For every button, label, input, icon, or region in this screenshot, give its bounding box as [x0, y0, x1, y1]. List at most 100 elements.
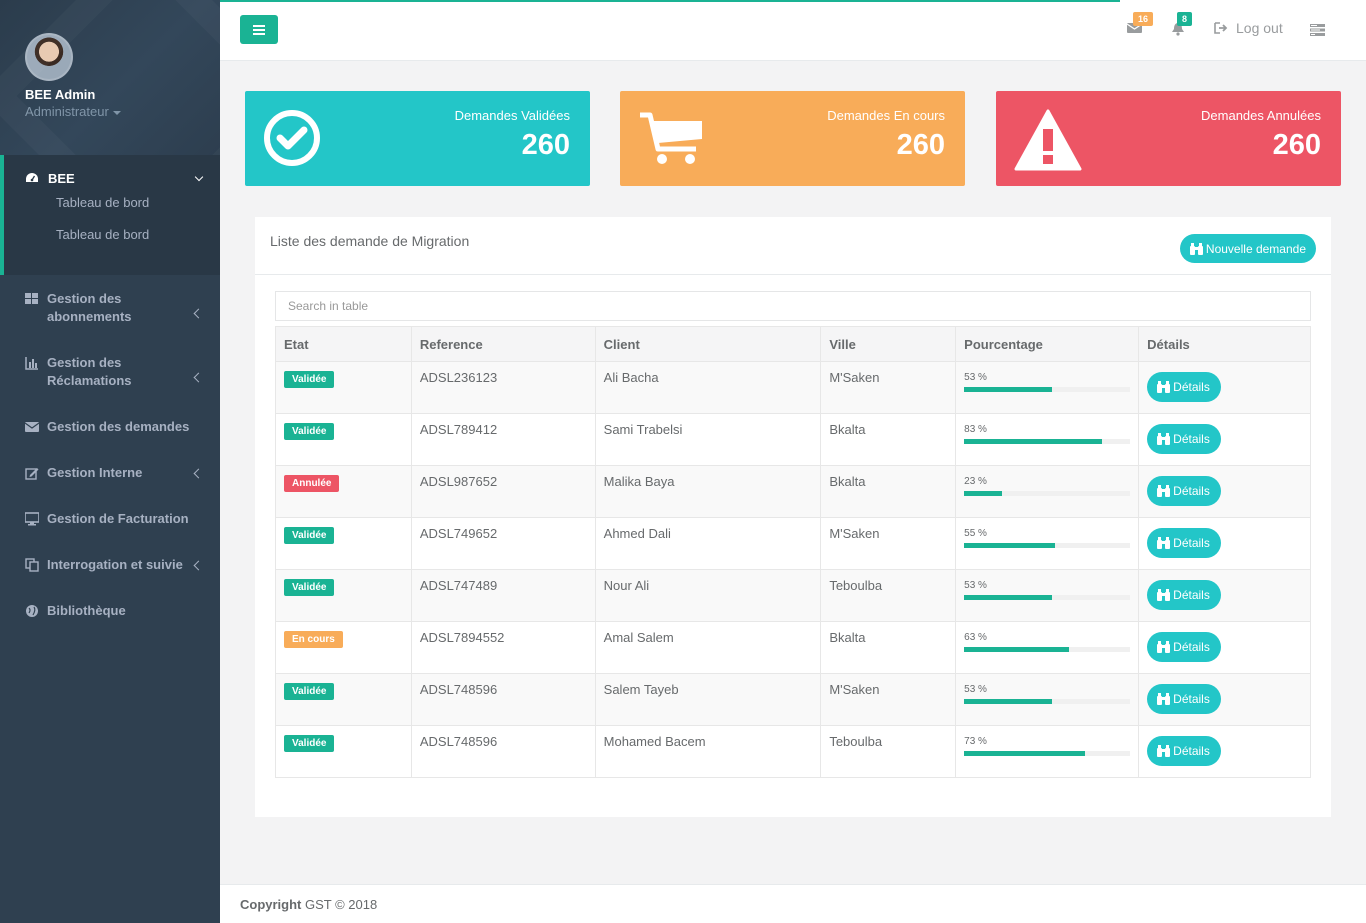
cell-etat: En cours — [275, 621, 412, 674]
progress-percent: 53 % — [964, 684, 987, 695]
sidebar-item-reclamations[interactable]: Gestion des Réclamations — [0, 354, 220, 390]
binoculars-icon — [1157, 745, 1171, 757]
stat-card-validees: Demandes Validées 260 — [245, 91, 590, 186]
sidebar-subitem-tableau-de-bord-2[interactable]: Tableau de bord — [4, 219, 220, 251]
progress-bar-fill — [964, 439, 1102, 444]
cell-client: Ali Bacha — [594, 361, 822, 414]
column-header-details[interactable]: Détails — [1138, 326, 1311, 362]
status-badge: Validée — [284, 527, 335, 544]
cell-client: Amal Salem — [594, 621, 822, 674]
right-sidebar-toggle[interactable] — [1310, 24, 1325, 39]
new-request-label: Nouvelle demande — [1205, 241, 1306, 256]
progress-percent: 53 % — [964, 580, 987, 591]
cell-client: Nour Ali — [594, 569, 822, 622]
column-header-pourcentage[interactable]: Pourcentage — [955, 326, 1140, 362]
column-header-reference[interactable]: Reference — [410, 326, 596, 362]
details-button[interactable]: Détails — [1147, 476, 1221, 506]
details-button[interactable]: Détails — [1147, 424, 1221, 454]
details-button[interactable]: Détails — [1147, 684, 1221, 714]
cell-ville: Bkalta — [820, 413, 957, 466]
sidebar-item-demandes[interactable]: Gestion des demandes — [0, 418, 220, 436]
details-label: Détails — [1173, 588, 1210, 602]
table-row: En cours ADSL7894552 Amal Salem Bkalta 63 % D… — [275, 621, 1311, 674]
details-button[interactable]: Détails — [1147, 528, 1221, 558]
new-request-button[interactable]: Nouvelle demande — [1179, 234, 1316, 263]
details-button[interactable]: Détails — [1147, 580, 1221, 610]
details-button[interactable]: Détails — [1147, 736, 1221, 766]
cell-etat: Validée — [275, 673, 412, 726]
details-button[interactable]: Détails — [1147, 632, 1221, 662]
sidebar-subitem-tableau-de-bord[interactable]: Tableau de bord — [4, 187, 220, 219]
cell-pourcentage: 63 % — [955, 621, 1140, 674]
notifications-button[interactable]: 8 — [1171, 12, 1193, 39]
column-header-etat[interactable]: Etat — [275, 326, 412, 362]
cell-reference: ADSL748596 — [410, 673, 596, 726]
chevron-left-icon — [193, 468, 204, 479]
avatar[interactable] — [25, 33, 73, 81]
binoculars-icon — [1157, 693, 1171, 705]
logout-link[interactable]: Log out — [1214, 20, 1283, 36]
cell-pourcentage: 53 % — [955, 673, 1140, 726]
binoculars-icon — [1157, 381, 1171, 393]
sidebar-item-label: Interrogation et suivie — [47, 557, 183, 572]
globe-icon — [26, 605, 38, 617]
table-search-input[interactable] — [275, 291, 1311, 321]
sidebar-item-interrogation[interactable]: Interrogation et suivie — [0, 556, 220, 574]
progress-bar-fill — [964, 595, 1053, 600]
progress-percent: 55 % — [964, 528, 987, 539]
sidebar-item-bee-header[interactable]: BEE — [4, 169, 220, 187]
tasks-icon — [1310, 24, 1325, 36]
progress-bar — [964, 491, 1131, 496]
cell-etat: Annulée — [275, 465, 412, 518]
cell-pourcentage: 55 % — [955, 517, 1140, 570]
column-header-ville[interactable]: Ville — [820, 326, 957, 362]
progress-bar-fill — [964, 491, 1003, 496]
details-label: Détails — [1173, 536, 1210, 550]
chevron-left-icon — [193, 372, 204, 383]
progress-percent: 73 % — [964, 736, 987, 747]
profile-role-dropdown[interactable]: Administrateur — [25, 104, 195, 119]
cell-pourcentage: 83 % — [955, 413, 1140, 466]
sidebar-item-label: Gestion des abonnements — [47, 291, 132, 324]
details-label: Détails — [1173, 640, 1210, 654]
cell-reference: ADSL749652 — [410, 517, 596, 570]
desktop-icon — [25, 512, 39, 526]
stat-label: Demandes En cours — [827, 108, 945, 123]
status-badge: En cours — [284, 631, 343, 648]
cell-client: Ahmed Dali — [594, 517, 822, 570]
details-label: Détails — [1173, 484, 1210, 498]
details-button[interactable]: Détails — [1147, 372, 1221, 402]
edit-icon — [25, 468, 39, 480]
table-row: Validée ADSL747489 Nour Ali Teboulba 53 % Dét… — [275, 569, 1311, 622]
sidebar-item-bee[interactable]: BEE Tableau de bord Tableau de bord — [0, 155, 220, 275]
progress-percent: 83 % — [964, 424, 987, 435]
check-circle-icon — [264, 110, 320, 166]
status-badge: Validée — [284, 683, 335, 700]
shopping-cart-icon — [640, 112, 702, 164]
table-row: Validée ADSL236123 Ali Bacha M'Saken 53 % Dét… — [275, 361, 1311, 414]
status-badge: Validée — [284, 371, 335, 388]
sidebar-item-bibliotheque[interactable]: Bibliothèque — [0, 602, 220, 620]
details-label: Détails — [1173, 744, 1210, 758]
warning-icon — [1014, 109, 1082, 171]
cell-ville: Bkalta — [820, 465, 957, 518]
stat-value: 260 — [521, 129, 570, 161]
sidebar-item-abonnements[interactable]: Gestion des abonnements — [0, 290, 220, 326]
menu-toggle-button[interactable] — [240, 15, 278, 44]
profile-role: Administrateur — [25, 104, 109, 119]
sidebar-item-facturation[interactable]: Gestion de Facturation — [0, 510, 220, 528]
cell-ville: M'Saken — [820, 361, 957, 414]
sidebar-item-label: Gestion Interne — [47, 465, 143, 480]
cell-details: Détails — [1138, 621, 1311, 674]
column-header-client[interactable]: Client — [594, 326, 822, 362]
cell-reference: ADSL748596 — [410, 725, 596, 778]
th-large-icon — [25, 293, 38, 304]
progress-percent: 63 % — [964, 632, 987, 643]
progress-bar — [964, 699, 1131, 704]
progress-bar — [964, 387, 1131, 392]
dashboard-icon — [26, 173, 38, 182]
sidebar-item-interne[interactable]: Gestion Interne — [0, 464, 220, 482]
messages-button[interactable]: 16 — [1126, 12, 1154, 37]
stat-value: 260 — [1272, 129, 1321, 161]
sidebar-item-label: Gestion de Facturation — [47, 511, 189, 526]
